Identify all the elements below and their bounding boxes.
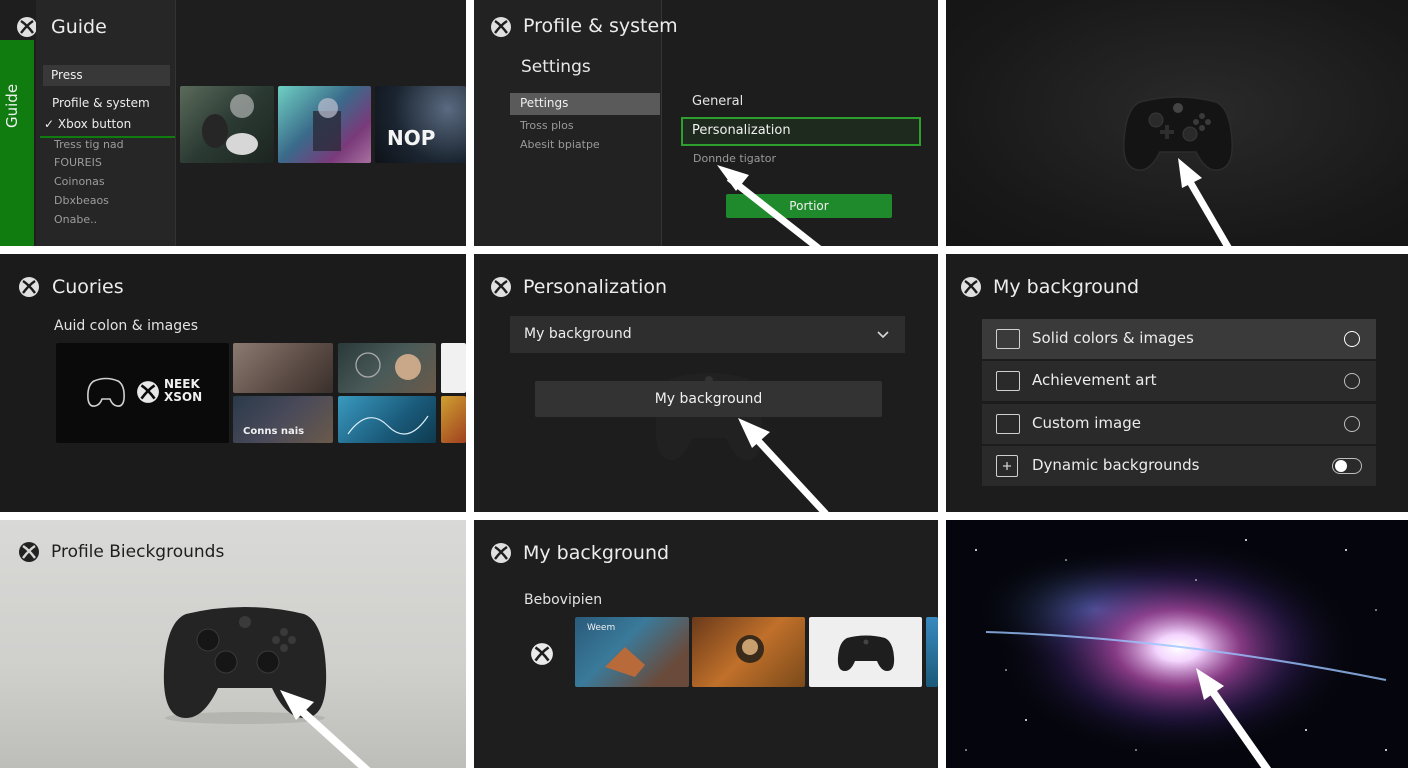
panel-title: Profile & system bbox=[523, 15, 678, 37]
menu-item-profile-system[interactable]: Profile & system bbox=[52, 96, 150, 110]
xbox-logo-icon bbox=[19, 277, 39, 297]
radio-button[interactable] bbox=[1344, 373, 1360, 389]
press-label: Press bbox=[51, 68, 83, 82]
folder-icon bbox=[996, 414, 1020, 434]
controller-panel bbox=[946, 0, 1408, 246]
profile-system-panel: Profile & system Settings Pettings Tross… bbox=[474, 0, 938, 246]
my-background-grid-panel: My background Bebovipien Weem bbox=[474, 520, 938, 768]
menu-item[interactable]: Coinonas bbox=[54, 175, 105, 188]
menu-item[interactable]: Tress tig nad bbox=[54, 138, 124, 151]
game-thumbnail[interactable] bbox=[180, 86, 274, 163]
panel-title: Cuories bbox=[52, 276, 124, 298]
galaxy-image bbox=[965, 538, 1387, 758]
guide-green-bar[interactable] bbox=[0, 40, 34, 246]
controller-outline-icon bbox=[87, 377, 125, 407]
section-heading: Bebovipien bbox=[524, 592, 603, 608]
dropdown-value: My background bbox=[524, 326, 632, 342]
image-tile[interactable] bbox=[338, 396, 436, 443]
background-dropdown[interactable]: My background bbox=[510, 316, 905, 353]
menu-item-xbox-button[interactable]: ✓ Xbox button bbox=[44, 117, 131, 131]
game-thumbnail[interactable] bbox=[278, 86, 371, 163]
xbox-logo-icon bbox=[531, 643, 553, 665]
background-tile[interactable] bbox=[809, 617, 922, 687]
option-label: Solid colors & images bbox=[1032, 329, 1194, 347]
featured-tile[interactable]: NEEK XSON bbox=[56, 343, 229, 443]
xbox-logo-icon bbox=[17, 17, 37, 37]
settings-heading: Settings bbox=[521, 57, 591, 77]
option-dynamic-backgrounds[interactable]: Dynamic backgrounds bbox=[982, 446, 1376, 486]
image-tile[interactable] bbox=[233, 343, 333, 393]
controller-icon bbox=[163, 607, 327, 724]
colors-images-panel: Cuories Auid colon & images NEEK XSON Co… bbox=[0, 254, 466, 512]
image-icon bbox=[996, 329, 1020, 349]
option-general[interactable]: General bbox=[692, 94, 743, 109]
achievement-icon bbox=[996, 371, 1020, 391]
chevron-down-icon bbox=[877, 331, 889, 339]
image-tile[interactable] bbox=[338, 343, 436, 393]
galaxy-background-panel bbox=[946, 520, 1408, 768]
image-tile[interactable]: Conns nais bbox=[233, 396, 333, 443]
option-personalization[interactable]: Personalization bbox=[692, 123, 791, 138]
panel-title: My background bbox=[993, 276, 1140, 298]
menu-item[interactable]: Dbxbeaos bbox=[54, 194, 109, 207]
option-item[interactable]: Donnde tigator bbox=[693, 152, 776, 165]
game-thumbnail[interactable]: NOP bbox=[375, 86, 466, 163]
xbox-logo-icon bbox=[961, 277, 981, 297]
tile-caption: Conns nais bbox=[243, 426, 305, 437]
guide-vertical-label: Guide bbox=[3, 83, 21, 128]
xbox-logo-icon bbox=[491, 277, 511, 297]
featured-tile-text: NEEK XSON bbox=[164, 377, 203, 404]
sidebar-item[interactable]: Abesit bpiatpe bbox=[520, 138, 600, 151]
dynamic-backgrounds-toggle[interactable] bbox=[1332, 458, 1362, 474]
my-background-panel: My background Solid colors & images Achi… bbox=[946, 254, 1408, 512]
xbox-button-label: Xbox button bbox=[57, 117, 132, 131]
controller-icon bbox=[1123, 96, 1233, 171]
option-solid-colors-images[interactable]: Solid colors & images bbox=[982, 319, 1376, 359]
radio-button[interactable] bbox=[1344, 416, 1360, 432]
menu-item[interactable]: FOUREIS bbox=[54, 156, 102, 169]
personalization-panel: Personalization My background My backgro… bbox=[474, 254, 938, 512]
image-tile[interactable] bbox=[441, 396, 466, 443]
section-heading: Auid colon & images bbox=[54, 318, 198, 334]
xbox-logo-icon bbox=[137, 381, 159, 403]
plus-icon bbox=[996, 455, 1018, 477]
xbox-logo-icon bbox=[491, 543, 511, 563]
option-label: Achievement art bbox=[1032, 371, 1157, 389]
tile-caption: Weem bbox=[587, 623, 616, 633]
option-custom-image[interactable]: Custom image bbox=[982, 404, 1376, 444]
sidebar-item[interactable]: Tross plos bbox=[520, 119, 574, 132]
controller-icon bbox=[837, 635, 895, 671]
background-tile[interactable] bbox=[926, 617, 938, 687]
menu-item[interactable]: Onabe.. bbox=[54, 213, 97, 226]
background-tile[interactable]: Weem bbox=[575, 617, 689, 687]
radio-button[interactable] bbox=[1344, 331, 1360, 347]
thumbnail-text: NOP bbox=[387, 126, 436, 150]
option-label: Custom image bbox=[1032, 414, 1141, 432]
xbox-logo-icon bbox=[19, 542, 39, 562]
green-action-button[interactable]: Portior bbox=[726, 194, 892, 218]
option-label: Dynamic backgrounds bbox=[1032, 456, 1200, 474]
panel-title: Profile Bieckgrounds bbox=[51, 542, 225, 562]
option-achievement-art[interactable]: Achievement art bbox=[982, 361, 1376, 401]
image-tile[interactable] bbox=[441, 343, 466, 393]
xbox-logo-icon bbox=[491, 17, 511, 37]
panel-title: Guide bbox=[51, 16, 107, 38]
my-background-button[interactable]: My background bbox=[535, 381, 882, 417]
guide-panel: Guide Guide Press Profile & system ✓ Xbo… bbox=[0, 0, 466, 246]
profile-backgrounds-panel: Profile Bieckgrounds bbox=[0, 520, 466, 768]
sidebar-item[interactable]: Pettings bbox=[520, 96, 568, 110]
panel-title: Personalization bbox=[523, 276, 668, 298]
panel-title: My background bbox=[523, 542, 670, 564]
background-tile[interactable] bbox=[692, 617, 805, 687]
